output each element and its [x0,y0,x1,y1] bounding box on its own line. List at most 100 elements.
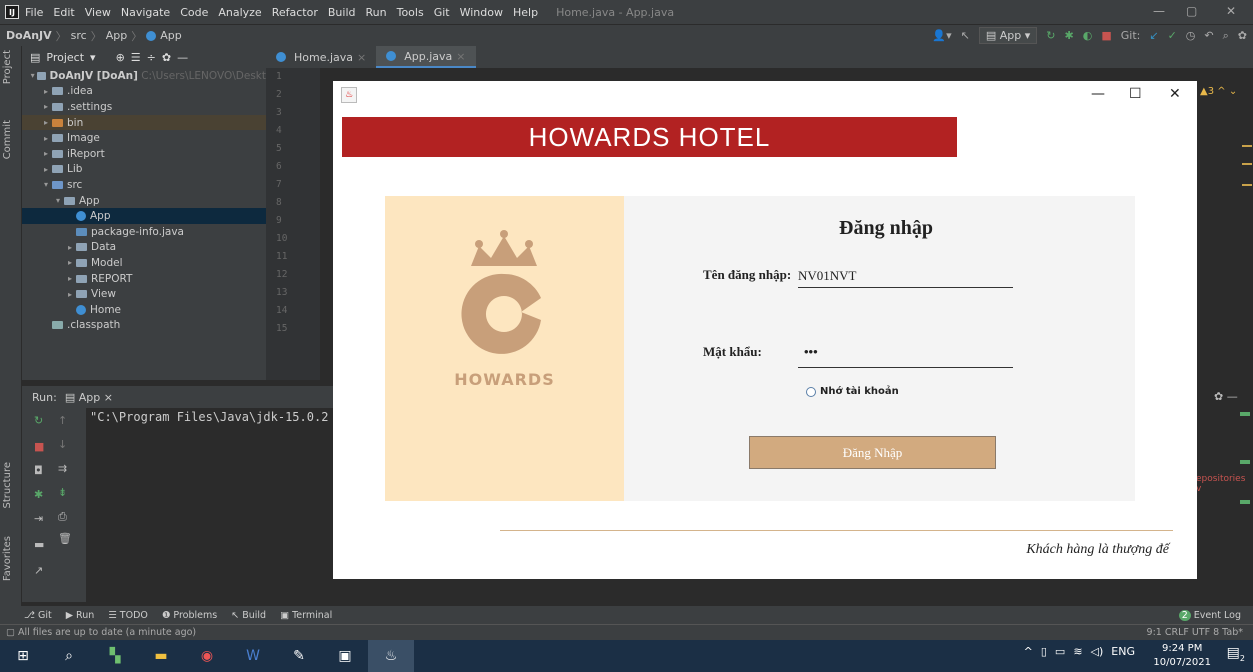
commit-side-tab[interactable]: Commit [2,120,13,159]
tab-run[interactable]: ▶ Run [66,610,95,621]
project-view-select[interactable]: Project [46,51,84,64]
scroll-end-icon[interactable]: ⇟ [58,486,67,499]
collapse-all-icon[interactable]: ÷ [147,51,156,64]
structure-side-tab[interactable]: Structure [2,462,13,509]
battery-icon[interactable]: ▭ [1055,645,1065,658]
gear-icon[interactable]: ✿ [1238,29,1247,42]
rollback-icon[interactable]: ↶ [1204,29,1213,42]
tree-item-idea[interactable]: ▸ .idea [22,84,266,100]
up-icon[interactable]: ↑ [58,414,67,427]
tab-close-icon[interactable]: × [456,50,465,63]
debug-icon[interactable]: ✱ [1065,29,1074,42]
close-icon[interactable]: ✕ [1169,86,1181,102]
menu-run[interactable]: Run [366,6,387,19]
tree-item-src[interactable]: ▾ src [22,177,266,193]
tab-todo[interactable]: ☰ TODO [108,610,148,621]
settings-icon[interactable]: ✱ [34,488,43,501]
volume-icon[interactable]: ◁) [1091,645,1104,658]
username-field[interactable] [798,264,1013,288]
breadcrumb-class[interactable]: App [160,29,182,42]
tree-item-report[interactable]: ▸ REPORT [22,271,266,287]
tab-problems[interactable]: ❶ Problems [162,610,217,621]
coverage-icon[interactable]: ◐ [1083,29,1093,42]
maximize-icon[interactable]: ▢ [1186,4,1197,18]
menu-view[interactable]: View [85,6,111,19]
stop-icon[interactable]: ■ [1101,29,1111,42]
menu-build[interactable]: Build [328,6,356,19]
user-icon[interactable]: 👤▾ [932,29,951,42]
java-taskbar-icon[interactable]: ♨ [368,640,414,672]
tree-item-settings[interactable]: ▸ .settings [22,99,266,115]
maximize-icon[interactable]: ☐ [1129,86,1142,102]
tree-item-lib[interactable]: ▸ Lib [22,162,266,178]
intellij-taskbar-icon[interactable]: ▣ [322,640,368,672]
run-tab-app[interactable]: ▤ App × [65,391,113,404]
tree-item-root[interactable]: ▾ DoAnJV [DoAn] C:\Users\LENOVO\Deskt [22,68,266,84]
run-settings-icon[interactable]: ✿ — [1214,390,1238,403]
warnings-indicator[interactable]: ▲3 ^ ⌄ [1200,86,1237,97]
close-icon[interactable]: ✕ [1226,4,1236,18]
menu-edit[interactable]: Edit [53,6,74,19]
pin-icon[interactable]: ↗ [34,564,43,577]
back-icon[interactable]: ↖ [961,29,970,42]
tab-build[interactable]: ↖ Build [231,610,266,621]
git-commit-icon[interactable]: ✓ [1168,29,1177,42]
history-icon[interactable]: ◷ [1186,29,1196,42]
menu-help[interactable]: Help [513,6,538,19]
minimize-icon[interactable]: — [1091,86,1105,102]
run-config-select[interactable]: ▤ App ▾ [978,27,1038,44]
project-side-tab[interactable]: Project [2,50,13,84]
down-icon[interactable]: ↓ [58,438,67,451]
minimize-icon[interactable]: — [1153,4,1165,18]
tab-app-java[interactable]: App.java × [376,46,476,68]
event-log-button[interactable]: 2 Event Log [1178,609,1241,621]
wrap-icon[interactable]: ⇉ [58,462,67,475]
git-update-icon[interactable]: ↙ [1149,29,1158,42]
tree-item-model[interactable]: ▸ Model [22,255,266,271]
menu-analyze[interactable]: Analyze [218,6,261,19]
dropdown-icon[interactable]: ▾ [90,51,96,64]
breadcrumb-package[interactable]: App [106,29,128,42]
tree-item-ireport[interactable]: ▸ iReport [22,146,266,162]
word-icon[interactable]: W [230,640,276,672]
tree-item-classpath[interactable]: .classpath [22,318,266,334]
tray-icon[interactable]: ▯ [1041,645,1047,658]
menu-refactor[interactable]: Refactor [272,6,318,19]
menu-window[interactable]: Window [460,6,503,19]
exit-icon[interactable]: ⇥ [34,512,43,525]
search-icon[interactable]: ⌕ [46,640,92,672]
menu-git[interactable]: Git [434,6,450,19]
settings-icon[interactable]: ✿ [162,51,171,64]
menu-tools[interactable]: Tools [397,6,424,19]
locate-icon[interactable]: ⊕ [116,51,125,64]
tab-close-icon[interactable]: × [357,51,366,64]
tree-item-app-class[interactable]: App [22,208,266,224]
file-explorer-icon[interactable]: ▬ [138,640,184,672]
notification-icon[interactable]: ▤2 [1227,645,1245,663]
breadcrumb-project[interactable]: DoAnJV [6,29,52,42]
clock[interactable]: 9:24 PM 10/07/2021 [1153,642,1211,670]
tree-item-home[interactable]: Home [22,302,266,318]
app-icon[interactable]: ▚ [92,640,138,672]
tree-item-image[interactable]: ▸ Image [22,130,266,146]
menu-file[interactable]: File [25,6,43,19]
breadcrumb-src[interactable]: src [71,29,87,42]
tree-item-view[interactable]: ▸ View [22,286,266,302]
search-icon[interactable]: ⌕ [1223,29,1229,43]
paint-icon[interactable]: ✎ [276,640,322,672]
tab-home-java[interactable]: Home.java × [266,46,376,68]
password-field[interactable]: ••• [798,340,1013,368]
tree-item-app-package[interactable]: ▾ App [22,193,266,209]
menu-navigate[interactable]: Navigate [121,6,170,19]
radio-icon[interactable] [806,386,816,397]
login-button[interactable]: Đăng Nhập [749,436,996,469]
chrome-icon[interactable]: ◉ [184,640,230,672]
tree-item-bin[interactable]: ▸ bin [22,114,266,131]
rerun-icon[interactable]: ↻ [34,414,43,427]
tab-terminal[interactable]: ▣ Terminal [280,610,332,621]
camera-icon[interactable]: ◘ [34,464,43,477]
remember-me-radio[interactable]: Nhớ tài khoản [806,386,899,397]
trash-icon[interactable]: 🗑 [58,532,72,545]
tree-item-data[interactable]: ▸ Data [22,240,266,256]
favorites-side-tab[interactable]: Favorites [2,536,13,581]
